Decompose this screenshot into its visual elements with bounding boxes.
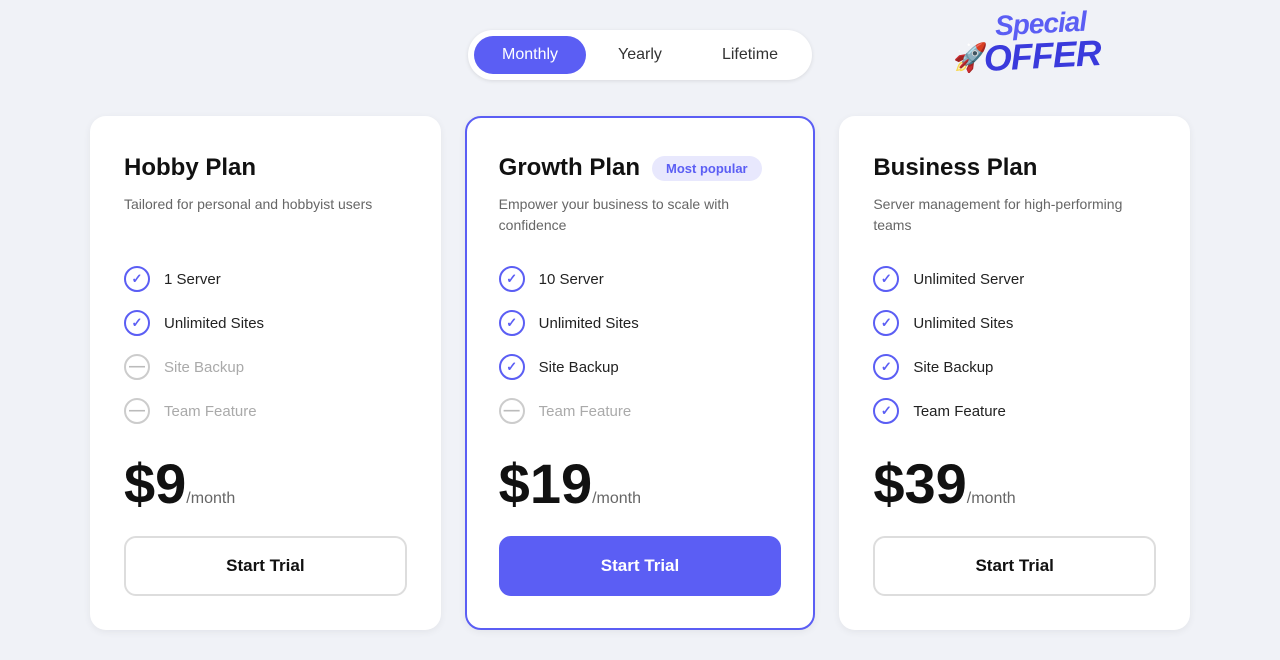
price-section-business: $39/month — [873, 456, 1156, 512]
feature-text: Unlimited Server — [913, 271, 1024, 288]
plan-name-growth: Growth Plan — [499, 154, 640, 182]
feature-text: Unlimited Sites — [164, 315, 264, 332]
feature-text: Unlimited Sites — [913, 315, 1013, 332]
plan-name-business: Business Plan — [873, 154, 1037, 182]
start-trial-btn-business[interactable]: Start Trial — [873, 536, 1156, 596]
feature-item: — Team Feature — [124, 398, 407, 424]
feature-item: — Team Feature — [499, 398, 782, 424]
feature-text: Team Feature — [539, 403, 632, 420]
feature-text: Site Backup — [164, 359, 244, 376]
feature-text: Team Feature — [164, 403, 257, 420]
price-period-business: /month — [967, 490, 1016, 507]
check-icon: ✓ — [499, 310, 525, 336]
plan-card-hobby: Hobby Plan Tailored for personal and hob… — [90, 116, 441, 630]
plan-name-hobby: Hobby Plan — [124, 154, 256, 182]
plan-desc-business: Server management for high-performing te… — [873, 194, 1156, 242]
feature-item: — Site Backup — [124, 354, 407, 380]
start-trial-btn-hobby[interactable]: Start Trial — [124, 536, 407, 596]
plan-card-business: Business Plan Server management for high… — [839, 116, 1190, 630]
lifetime-toggle[interactable]: Lifetime — [694, 36, 806, 74]
feature-item: ✓ Unlimited Server — [873, 266, 1156, 292]
plan-desc-hobby: Tailored for personal and hobbyist users — [124, 194, 407, 242]
feature-text: Team Feature — [913, 403, 1006, 420]
special-offer: 🚀 Special OFFER — [983, 10, 1100, 74]
popular-badge: Most popular — [652, 156, 762, 181]
plan-desc-growth: Empower your business to scale with conf… — [499, 194, 782, 242]
offer-label: OFFER — [983, 35, 1102, 77]
plan-header-growth: Growth Plan Most popular — [499, 154, 782, 182]
plans-container: Hobby Plan Tailored for personal and hob… — [90, 116, 1190, 630]
yearly-toggle[interactable]: Yearly — [590, 36, 690, 74]
feature-text: Unlimited Sites — [539, 315, 639, 332]
billing-toggle: Monthly Yearly Lifetime — [468, 30, 812, 80]
check-icon: ✓ — [499, 266, 525, 292]
price-period-growth: /month — [592, 490, 641, 507]
special-offer-text: Special OFFER — [981, 7, 1101, 77]
plan-header-hobby: Hobby Plan — [124, 154, 407, 182]
check-icon: ✓ — [873, 310, 899, 336]
check-icon: ✓ — [873, 398, 899, 424]
price-amount-business: $39 — [873, 452, 966, 515]
feature-item: ✓ 10 Server — [499, 266, 782, 292]
feature-text: 10 Server — [539, 271, 604, 288]
check-icon: ✓ — [124, 310, 150, 336]
price-section-growth: $19/month — [499, 456, 782, 512]
feature-item: ✓ Site Backup — [499, 354, 782, 380]
check-icon: ✓ — [124, 266, 150, 292]
monthly-toggle[interactable]: Monthly — [474, 36, 586, 74]
feature-item: ✓ Unlimited Sites — [124, 310, 407, 336]
dash-icon: — — [124, 354, 150, 380]
feature-item: ✓ 1 Server — [124, 266, 407, 292]
start-trial-btn-growth[interactable]: Start Trial — [499, 536, 782, 596]
dash-icon: — — [124, 398, 150, 424]
feature-list-business: ✓ Unlimited Server ✓ Unlimited Sites — [873, 266, 1156, 424]
price-section-hobby: $9/month — [124, 456, 407, 512]
feature-text: 1 Server — [164, 271, 221, 288]
plan-card-growth: Growth Plan Most popular Empower your bu… — [465, 116, 816, 630]
price-amount-growth: $19 — [499, 452, 592, 515]
feature-text: Site Backup — [913, 359, 993, 376]
feature-list-growth: ✓ 10 Server ✓ Unlimited Sites ✓ — [499, 266, 782, 424]
check-icon: ✓ — [873, 266, 899, 292]
top-bar: Monthly Yearly Lifetime 🚀 Special OFFER — [20, 30, 1260, 80]
feature-item: ✓ Site Backup — [873, 354, 1156, 380]
feature-item: ✓ Unlimited Sites — [873, 310, 1156, 336]
plan-header-business: Business Plan — [873, 154, 1156, 182]
price-amount-hobby: $9 — [124, 452, 186, 515]
check-icon: ✓ — [873, 354, 899, 380]
feature-list-hobby: ✓ 1 Server ✓ Unlimited Sites — — [124, 266, 407, 424]
check-icon: ✓ — [499, 354, 525, 380]
price-period-hobby: /month — [186, 490, 235, 507]
feature-item: ✓ Unlimited Sites — [499, 310, 782, 336]
feature-item: ✓ Team Feature — [873, 398, 1156, 424]
feature-text: Site Backup — [539, 359, 619, 376]
dash-icon: — — [499, 398, 525, 424]
